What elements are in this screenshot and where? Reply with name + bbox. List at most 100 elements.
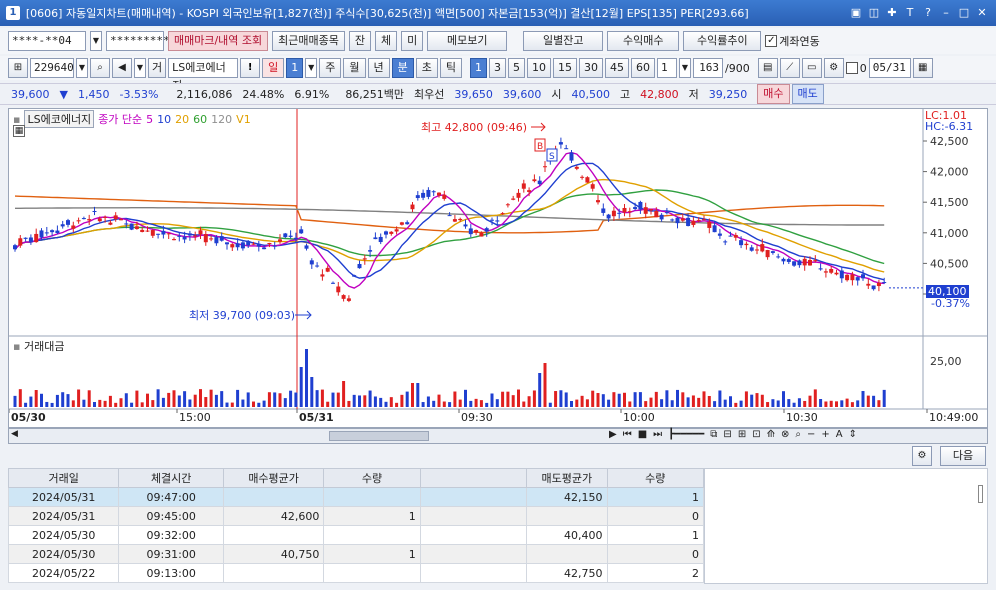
chart-scrollbar[interactable]: ◀ ▶ ⏮ ■ ⏭ ┣━━━━━ ⧉ ⊟ ⊞ ⊡ ⟰ ⊗ ⌕ − + A ⇕ xyxy=(8,428,988,444)
speaker-dropdown-icon[interactable]: ▼ xyxy=(134,58,146,78)
period-day-button[interactable]: 일 xyxy=(262,58,285,78)
period-minute-button[interactable]: 분 xyxy=(391,58,414,78)
interval-button[interactable]: 30 xyxy=(579,58,603,78)
expand-icon[interactable]: ⇕ xyxy=(849,429,857,440)
save-icon[interactable]: ▭ xyxy=(801,58,822,78)
column-header[interactable] xyxy=(419,468,528,488)
tool-icon-f[interactable]: ⊗ xyxy=(781,429,789,440)
tool-icon-b[interactable]: ⊟ xyxy=(723,429,731,440)
zero-checkbox[interactable] xyxy=(845,62,858,74)
recent-trades-button[interactable]: 최근매매종목 xyxy=(272,31,345,51)
minimize-icon[interactable]: – xyxy=(938,5,954,21)
restore-icon[interactable]: ▣ xyxy=(848,5,864,21)
password-input[interactable]: ********* xyxy=(106,31,170,51)
period-week-button[interactable]: 주 xyxy=(319,58,342,78)
mark-history-button[interactable]: 매매마크/내역 조회 xyxy=(168,31,269,51)
help-icon[interactable]: ? xyxy=(920,5,936,21)
chart-type-icon[interactable]: ▤ xyxy=(757,58,778,78)
stock-name-field[interactable]: LS에코에너지 xyxy=(168,58,239,92)
maximize-icon[interactable]: □ xyxy=(956,5,972,21)
rewind-icon[interactable]: ⏮ xyxy=(623,429,632,440)
date-input[interactable]: 05/31 xyxy=(868,58,911,78)
period-second-button[interactable]: 초 xyxy=(415,58,438,78)
zoom-slider-icon[interactable]: ┣━━━━━ xyxy=(668,429,704,440)
legend-stock-name[interactable]: LS에코에너지 xyxy=(24,110,95,128)
code-dropdown-icon[interactable]: ▼ xyxy=(76,58,88,78)
next-button[interactable]: 다음 xyxy=(940,446,986,466)
play-icon[interactable]: ▶ xyxy=(609,429,617,440)
app-icon[interactable]: 1 xyxy=(6,6,20,20)
table-row[interactable]: 2024/05/30 09:31:00 40,750 1 0 xyxy=(7,544,705,564)
interval-button[interactable]: 5 xyxy=(508,58,525,78)
tool-icon-g[interactable]: ⌕ xyxy=(795,429,801,440)
font-size-icon[interactable]: A xyxy=(836,429,843,440)
tool-icon-c[interactable]: ⊞ xyxy=(738,429,746,440)
interval-button[interactable]: 1 xyxy=(470,58,487,78)
volume-bar xyxy=(877,400,881,407)
column-header[interactable]: 체결시간 xyxy=(118,468,224,488)
alert-button[interactable]: ! xyxy=(240,58,261,78)
scroll-thumb[interactable] xyxy=(329,431,429,441)
calendar-icon[interactable]: ▦ xyxy=(912,58,933,78)
gear-icon[interactable]: ⚙ xyxy=(912,446,932,466)
table-row[interactable]: 2024/05/31 09:45:00 42,600 1 0 xyxy=(7,506,705,526)
sell-button[interactable]: 매도 xyxy=(791,84,824,104)
day-dropdown-icon[interactable]: ▼ xyxy=(305,58,318,78)
minus-icon[interactable]: − xyxy=(807,429,815,440)
candle-body xyxy=(368,250,373,252)
account-input[interactable]: ****-**04 xyxy=(8,31,86,51)
column-header[interactable]: 수량 xyxy=(323,468,421,488)
interval-button[interactable]: 15 xyxy=(553,58,577,78)
daily-balance-button[interactable]: 일별잔고 xyxy=(523,31,604,51)
column-header[interactable]: 매도평균가 xyxy=(526,468,608,488)
grid-toggle-icon[interactable]: ▦ xyxy=(13,125,25,137)
table-row[interactable]: 2024/05/31 09:47:00 42,150 1 xyxy=(7,487,705,507)
scroll-left-icon[interactable]: ◀ xyxy=(11,429,18,439)
pin-icon[interactable]: ✚ xyxy=(884,5,900,21)
checkbox-icon[interactable]: ✓ xyxy=(765,35,778,47)
return-trend-button[interactable]: 수익률추이 xyxy=(683,31,762,51)
table-row[interactable]: 2024/05/22 09:13:00 42,750 2 xyxy=(7,563,705,583)
period-year-button[interactable]: 년 xyxy=(367,58,390,78)
tool-icon-a[interactable]: ⧉ xyxy=(710,429,717,440)
speaker-icon[interactable]: ◀ xyxy=(112,58,132,78)
unfilled-button[interactable]: 미 xyxy=(401,31,424,51)
account-link-toggle[interactable]: ✓ 계좌연동 xyxy=(765,33,820,49)
period-month-button[interactable]: 월 xyxy=(343,58,366,78)
layout-icon[interactable]: ⊞ xyxy=(8,58,28,78)
column-header[interactable]: 거래일 xyxy=(7,468,120,488)
count-dropdown-icon[interactable]: ▼ xyxy=(679,58,691,78)
tile-icon[interactable]: ◫ xyxy=(866,5,882,21)
candlestick-chart[interactable]: BS 42,50042,00041,50041,00040,50040,0002… xyxy=(8,108,988,428)
day-count[interactable]: 1 xyxy=(286,58,304,78)
period-tick-button[interactable]: 틱 xyxy=(439,58,462,78)
tool-icon-e[interactable]: ⟰ xyxy=(767,429,775,440)
search-icon[interactable]: ⌕ xyxy=(90,58,110,78)
text-icon[interactable]: T xyxy=(902,5,918,21)
plus-icon[interactable]: + xyxy=(821,429,829,440)
stock-code-input[interactable]: 229640 xyxy=(30,58,74,78)
count-step-input[interactable]: 1 xyxy=(657,58,677,78)
close-icon[interactable]: ✕ xyxy=(974,5,990,21)
column-header[interactable]: 매수평균가 xyxy=(222,468,325,488)
tool-icon[interactable]: ⟋ xyxy=(779,58,800,78)
settings-icon[interactable]: ⚙ xyxy=(823,58,844,78)
fast-forward-icon[interactable]: ⏭ xyxy=(653,429,662,440)
count-input[interactable]: 163 xyxy=(693,58,723,78)
buy-button[interactable]: 매수 xyxy=(757,84,790,104)
chart-canvas[interactable]: BS 42,50042,00041,50041,00040,50040,0002… xyxy=(9,109,987,427)
column-header[interactable]: 수량 xyxy=(606,468,705,488)
interval-button[interactable]: 45 xyxy=(605,58,629,78)
memo-button[interactable]: 메모보기 xyxy=(427,31,508,51)
profit-buy-button[interactable]: 수익매수 xyxy=(607,31,680,51)
interval-button[interactable]: 3 xyxy=(489,58,506,78)
account-dropdown-icon[interactable]: ▼ xyxy=(90,31,102,51)
scroll-indicator[interactable] xyxy=(978,485,983,503)
tool-icon-d[interactable]: ⊡ xyxy=(752,429,760,440)
interval-button[interactable]: 60 xyxy=(631,58,655,78)
interval-button[interactable]: 10 xyxy=(527,58,551,78)
table-row[interactable]: 2024/05/30 09:32:00 40,400 1 xyxy=(7,525,705,545)
stop-icon[interactable]: ■ xyxy=(638,429,647,440)
executed-button[interactable]: 체 xyxy=(375,31,398,51)
balance-button[interactable]: 잔 xyxy=(348,31,372,51)
